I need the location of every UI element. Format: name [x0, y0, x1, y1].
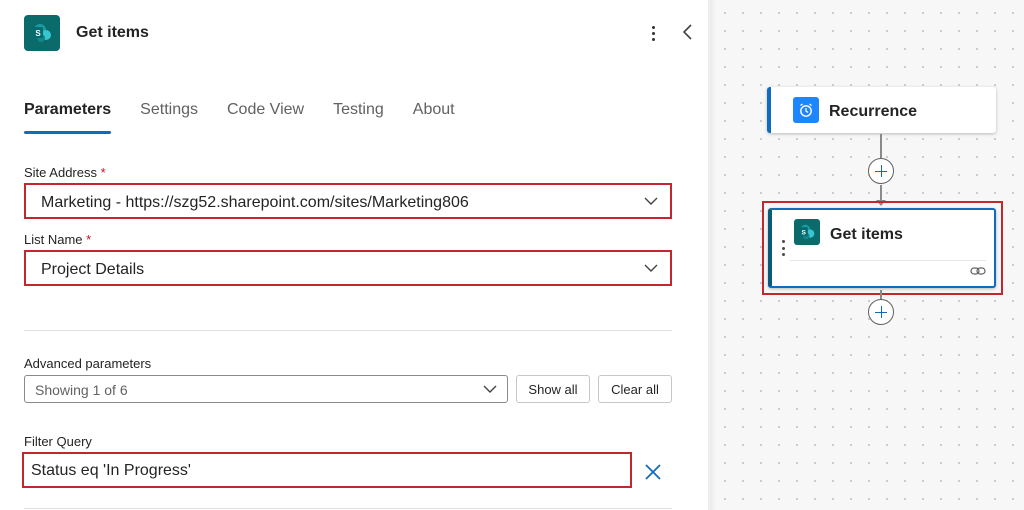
filter-query-input[interactable]: Status eq 'In Progress' [22, 452, 632, 488]
close-icon [645, 464, 661, 480]
panel-header: S Get items [24, 15, 704, 51]
chevron-down-icon [644, 264, 658, 272]
get-items-action-card[interactable]: S Get items [768, 208, 996, 288]
list-name-value: Project Details [41, 261, 145, 278]
advanced-parameters-select[interactable]: Showing 1 of 6 [24, 375, 508, 403]
more-dot-icon [651, 31, 655, 35]
advanced-parameters-label: Advanced parameters [24, 356, 152, 371]
list-name-label-text: List Name [24, 232, 83, 247]
filter-query-label: Filter Query [24, 434, 92, 449]
required-mark: * [100, 165, 106, 180]
more-dot-icon [651, 25, 655, 29]
recurrence-trigger-card[interactable]: Recurrence [767, 87, 996, 133]
tab-code-view[interactable]: Code View [227, 100, 304, 134]
site-address-label-text: Site Address [24, 165, 97, 180]
sharepoint-icon: S [794, 219, 820, 245]
site-address-value: Marketing - https://szg52.sharepoint.com… [41, 194, 469, 211]
connector-line [880, 134, 882, 158]
section-divider [24, 330, 672, 331]
remove-parameter-button[interactable] [643, 462, 663, 482]
tab-bar: Parameters Settings Code View Testing Ab… [24, 100, 484, 134]
section-divider [24, 508, 672, 509]
chevron-down-icon [644, 197, 658, 205]
get-items-title: Get items [830, 226, 903, 243]
insert-step-button[interactable] [868, 158, 894, 184]
tab-settings[interactable]: Settings [140, 100, 198, 134]
svg-text:S: S [802, 229, 807, 236]
insert-step-button[interactable] [868, 299, 894, 325]
link-icon[interactable] [970, 265, 986, 277]
tab-testing[interactable]: Testing [333, 100, 384, 134]
list-name-label: List Name * [24, 232, 91, 247]
drag-handle[interactable] [782, 240, 786, 256]
panel-title: Get items [76, 24, 149, 41]
panel-shadow [708, 0, 716, 510]
action-details-panel: S Get items Parameters Settings Code Vie… [0, 0, 710, 510]
drag-dot-icon [782, 246, 785, 250]
more-dot-icon [651, 37, 655, 41]
drag-dot-icon [782, 253, 785, 256]
alarm-clock-icon [793, 97, 819, 123]
recurrence-title: Recurrence [829, 103, 918, 120]
card-separator [790, 260, 986, 261]
collapse-panel-button[interactable] [680, 22, 696, 42]
required-mark: * [86, 232, 92, 247]
chevron-left-icon [682, 24, 692, 40]
drag-dot-icon [782, 240, 785, 243]
svg-text:S: S [35, 29, 41, 38]
tab-about[interactable]: About [413, 100, 455, 134]
site-address-dropdown[interactable]: Marketing - https://szg52.sharepoint.com… [24, 183, 672, 219]
tab-parameters[interactable]: Parameters [24, 100, 112, 134]
sharepoint-icon: S [24, 15, 60, 51]
list-name-dropdown[interactable]: Project Details [24, 250, 672, 286]
site-address-label: Site Address * [24, 165, 106, 180]
chevron-down-icon [483, 385, 497, 393]
more-options-button[interactable] [644, 23, 662, 43]
show-all-button[interactable]: Show all [516, 375, 590, 403]
clear-all-button[interactable]: Clear all [598, 375, 672, 403]
filter-query-value: Status eq 'In Progress' [31, 462, 191, 479]
connector-line [880, 185, 882, 200]
advanced-parameters-value: Showing 1 of 6 [35, 382, 128, 398]
